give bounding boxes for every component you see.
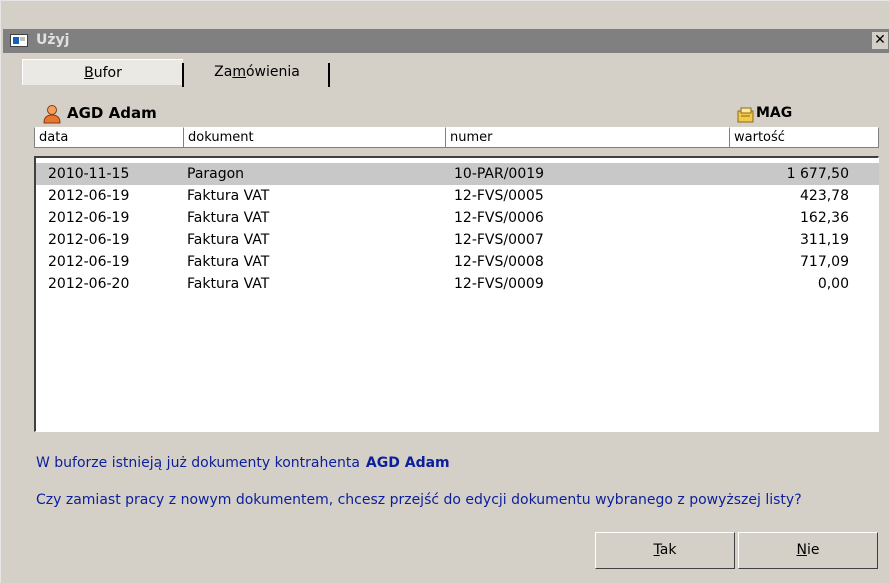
tab-label-post: ówienia — [245, 64, 300, 80]
button-label: ie — [806, 542, 820, 558]
cell-numer: 12-FVS/0008 — [454, 254, 544, 270]
documents-list[interactable]: 2010-11-15 Paragon 10-PAR/0019 1 677,50 … — [34, 156, 879, 432]
cell-wartosc: 1 677,50 — [786, 166, 849, 182]
no-button[interactable]: Nie — [738, 532, 878, 569]
cell-wartosc: 423,78 — [800, 188, 849, 204]
column-header-wartosc[interactable]: wartość — [729, 127, 879, 147]
table-row[interactable]: 2012-06-19 Faktura VAT 12-FVS/0006 162,3… — [36, 207, 879, 229]
cell-dokument: Faktura VAT — [187, 254, 270, 270]
table-row[interactable]: 2012-06-19 Faktura VAT 12-FVS/0005 423,7… — [36, 185, 879, 207]
person-icon — [43, 105, 61, 124]
table-row[interactable]: 2012-06-19 Faktura VAT 12-FVS/0007 311,1… — [36, 229, 879, 251]
column-header-data[interactable]: data — [34, 127, 183, 147]
dialog-window: Użyj ✕ Bufor Zamówienia AGD Adam MAG dat… — [0, 0, 889, 583]
tab-zamowienia[interactable]: Zamówienia — [187, 59, 327, 84]
tab-bufor[interactable]: Bufor — [22, 59, 183, 85]
cell-numer: 12-FVS/0005 — [454, 188, 544, 204]
info-message: W buforze istnieją już dokumenty kontrah… — [36, 455, 450, 471]
warehouse-icon — [737, 107, 754, 123]
window-title: Użyj — [36, 32, 70, 48]
cell-dokument: Faktura VAT — [187, 188, 270, 204]
column-header-dokument[interactable]: dokument — [183, 127, 445, 147]
table-row[interactable]: 2012-06-20 Faktura VAT 12-FVS/0009 0,00 — [36, 273, 879, 295]
yes-button[interactable]: Tak — [595, 532, 735, 569]
cell-wartosc: 0,00 — [817, 276, 849, 292]
info-message-contractor: AGD Adam — [365, 455, 450, 471]
cell-dokument: Faktura VAT — [187, 210, 270, 226]
title-bar[interactable]: Użyj ✕ — [3, 29, 889, 53]
button-label: ak — [659, 542, 677, 558]
cell-numer: 12-FVS/0009 — [454, 276, 544, 292]
info-message-text: W buforze istnieją już dokumenty kontrah… — [36, 455, 360, 471]
contractor-name: AGD Adam — [67, 104, 157, 122]
button-accel: N — [796, 542, 807, 558]
cell-data: 2012-06-19 — [48, 188, 130, 204]
app-icon — [10, 34, 28, 47]
tab-label-accel: m — [232, 64, 246, 80]
tab-separator — [328, 63, 330, 87]
cell-data: 2012-06-19 — [48, 232, 130, 248]
cell-numer: 12-FVS/0007 — [454, 232, 544, 248]
tab-label-post: ufor — [93, 65, 122, 81]
cell-dokument: Faktura VAT — [187, 232, 270, 248]
column-header-numer[interactable]: numer — [445, 127, 729, 147]
cell-numer: 10-PAR/0019 — [454, 166, 545, 182]
cell-data: 2012-06-20 — [48, 276, 130, 292]
cell-dokument: Faktura VAT — [187, 276, 270, 292]
close-button[interactable]: ✕ — [872, 32, 888, 49]
header-divider — [34, 147, 879, 148]
warehouse-label: MAG — [756, 105, 793, 121]
table-row[interactable]: 2010-11-15 Paragon 10-PAR/0019 1 677,50 — [36, 163, 879, 185]
cell-data: 2012-06-19 — [48, 254, 130, 270]
table-row[interactable]: 2012-06-19 Faktura VAT 12-FVS/0008 717,0… — [36, 251, 879, 273]
cell-data: 2010-11-15 — [48, 166, 130, 182]
question-message: Czy zamiast pracy z nowym dokumentem, ch… — [36, 492, 802, 508]
tab-label-pre: Za — [214, 64, 233, 80]
cell-wartosc: 717,09 — [800, 254, 849, 270]
cell-dokument: Paragon — [187, 166, 245, 182]
tab-label-accel: B — [84, 65, 94, 81]
cell-wartosc: 162,36 — [800, 210, 849, 226]
cell-data: 2012-06-19 — [48, 210, 130, 226]
cell-wartosc: 311,19 — [800, 232, 849, 248]
cell-numer: 12-FVS/0006 — [454, 210, 544, 226]
tab-separator — [182, 63, 184, 87]
